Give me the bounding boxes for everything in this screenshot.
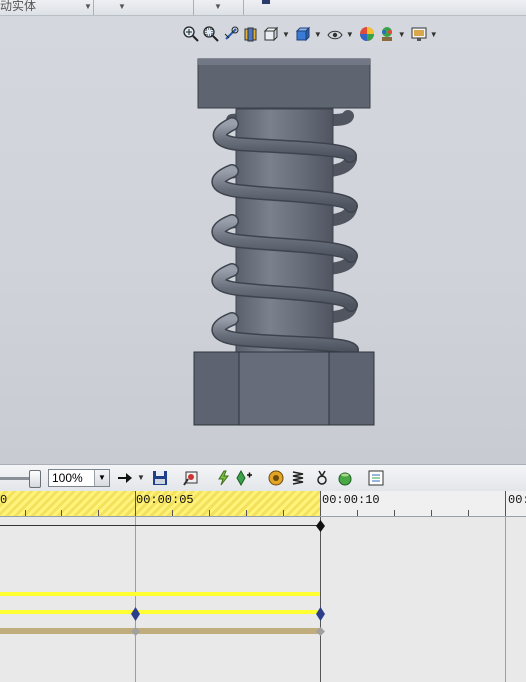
ruler-tick bbox=[505, 491, 506, 516]
playback-speed-slider-thumb[interactable] bbox=[29, 470, 41, 488]
playback-mode-icon[interactable] bbox=[116, 469, 134, 487]
ruler-tick bbox=[98, 510, 99, 516]
spring-icon[interactable] bbox=[289, 469, 307, 487]
graphics-area[interactable]: ▼ ▼ ▼ ▼ ▼ bbox=[0, 16, 526, 464]
ruler-tick bbox=[25, 510, 26, 516]
results-plots-icon[interactable] bbox=[367, 469, 385, 487]
add-key-icon[interactable] bbox=[235, 469, 253, 487]
menu-partial-label[interactable]: 动实体 bbox=[0, 0, 36, 14]
timeline-mark-15s-partial: 00: bbox=[508, 493, 526, 507]
key-point[interactable] bbox=[315, 626, 326, 637]
ruler-tick bbox=[468, 510, 469, 516]
ruler-tick bbox=[357, 510, 358, 516]
timeline-mark-0: 0 bbox=[0, 493, 8, 507]
ruler-tick bbox=[61, 510, 62, 516]
separator bbox=[193, 0, 194, 15]
ruler-tick bbox=[246, 510, 247, 516]
add-motor-icon[interactable] bbox=[267, 469, 285, 487]
track-bar-tan[interactable] bbox=[0, 628, 320, 634]
chevron-down-icon[interactable]: ▼ bbox=[84, 2, 92, 11]
track-bar-yellow[interactable] bbox=[0, 592, 320, 596]
key-point[interactable] bbox=[130, 626, 141, 637]
command-manager-strip: 动实体 ▼ ▼ ▼ bbox=[0, 0, 526, 16]
chevron-down-icon[interactable]: ▼ bbox=[137, 473, 145, 482]
animation-toolbar: 100% ▼ ▼ bbox=[0, 464, 526, 493]
timeline-tracks[interactable] bbox=[0, 517, 526, 682]
key-point[interactable] bbox=[315, 606, 326, 622]
ruler-tick bbox=[394, 510, 395, 516]
gravity-icon[interactable] bbox=[336, 469, 354, 487]
time-gridline bbox=[135, 517, 136, 682]
timeline-zoom-value: 100% bbox=[52, 471, 83, 485]
separator bbox=[243, 0, 244, 15]
track-bar-yellow[interactable] bbox=[0, 610, 320, 614]
chevron-down-icon[interactable]: ▼ bbox=[94, 470, 109, 486]
chevron-down-icon[interactable]: ▼ bbox=[214, 2, 222, 11]
time-gridline bbox=[505, 517, 506, 682]
ruler-tick bbox=[320, 491, 321, 516]
timeline-ruler[interactable]: 0 00:00:05 00:00:10 00: bbox=[0, 491, 526, 517]
timeline-zoom-select[interactable]: 100% ▼ bbox=[48, 469, 110, 487]
key-point[interactable] bbox=[315, 519, 326, 533]
contact-icon[interactable] bbox=[313, 469, 331, 487]
ruler-tick bbox=[172, 510, 173, 516]
ruler-tick bbox=[209, 510, 210, 516]
autokey-icon[interactable] bbox=[214, 469, 232, 487]
animation-wizard-icon[interactable] bbox=[182, 469, 200, 487]
ruler-tick bbox=[431, 510, 432, 516]
toolbar-icon-fragment[interactable] bbox=[262, 0, 270, 4]
separator bbox=[93, 0, 94, 15]
timeline-mark-10s: 00:00:10 bbox=[322, 493, 380, 507]
save-animation-icon[interactable] bbox=[151, 469, 169, 487]
ruler-tick bbox=[135, 491, 136, 516]
timeline-mark-5s: 00:00:05 bbox=[136, 493, 194, 507]
chevron-down-icon[interactable]: ▼ bbox=[118, 2, 126, 11]
key-point[interactable] bbox=[130, 606, 141, 622]
spring-bolt-model[interactable] bbox=[0, 16, 526, 464]
time-bar[interactable] bbox=[320, 517, 321, 682]
ruler-tick bbox=[283, 510, 284, 516]
model-track-line bbox=[0, 525, 320, 526]
